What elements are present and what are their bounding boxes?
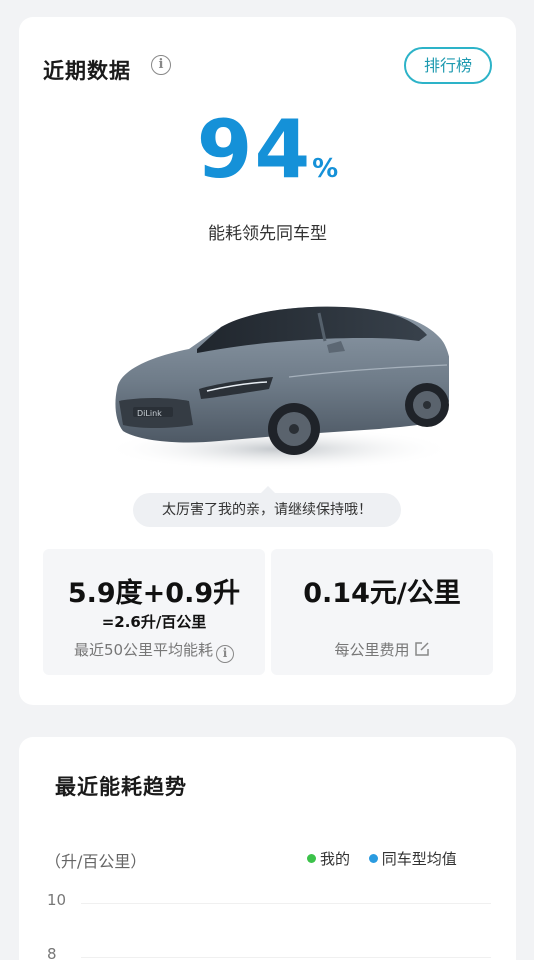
legend-dot-icon (368, 854, 378, 863)
info-icon[interactable]: i (216, 645, 235, 663)
legend-label: 我的 (320, 850, 351, 868)
edit-icon[interactable] (414, 641, 430, 657)
cost-caption-text: 每公里费用 (334, 641, 410, 659)
leaderboard-button[interactable]: 排行榜 (404, 47, 492, 84)
average-consumption-box: 5.9度+0.9升 =2.6升/百公里 最近50公里平均能耗 i (43, 549, 265, 675)
legend-label: 同车型均值 (381, 850, 457, 868)
percent-value: 94 (196, 103, 313, 196)
grid-line (81, 903, 491, 904)
y-tick: 8 (47, 945, 57, 960)
section-title: 近期数据 (43, 59, 131, 83)
info-icon[interactable]: i (151, 55, 171, 75)
percent-unit: % (312, 154, 339, 184)
cost-per-km-box: 0.14元/公里 每公里费用 (271, 549, 493, 675)
efficiency-lead-text: 能耗领先同车型 (208, 224, 327, 244)
consumption-value: 5.9度+0.9升 (67, 578, 241, 609)
cost-caption[interactable]: 每公里费用 (271, 639, 493, 660)
trend-card: 最近能耗趋势 （升/百公里） 我的 同车型均值 10 8 (19, 737, 516, 960)
chart-legend: 我的 同车型均值 (307, 848, 471, 869)
y-tick: 10 (47, 891, 67, 909)
legend-item-mine: 我的 (307, 848, 350, 869)
recent-data-card: 近期数据 i 排行榜 94% 能耗领先同车型 DiLink 太厉害了我的亲，请继… (19, 17, 516, 705)
consumption-caption: 最近50公里平均能耗 i (43, 639, 265, 663)
consumption-caption-text: 最近50公里平均能耗 (73, 641, 214, 659)
consumption-equivalent: =2.6升/百公里 (101, 613, 207, 631)
car-image: DiLink (89, 279, 454, 479)
grid-line (81, 957, 491, 958)
cost-value: 0.14元/公里 (303, 578, 461, 609)
encouragement-bubble: 太厉害了我的亲，请继续保持哦！ (133, 486, 401, 527)
efficiency-percentage: 94% (19, 103, 516, 196)
unit-label: （升/百公里） (45, 852, 147, 871)
car-badge-text: DiLink (137, 409, 162, 418)
trend-title: 最近能耗趋势 (55, 775, 187, 799)
legend-dot-icon (307, 854, 316, 863)
legend-item-average: 同车型均值 (368, 848, 457, 869)
